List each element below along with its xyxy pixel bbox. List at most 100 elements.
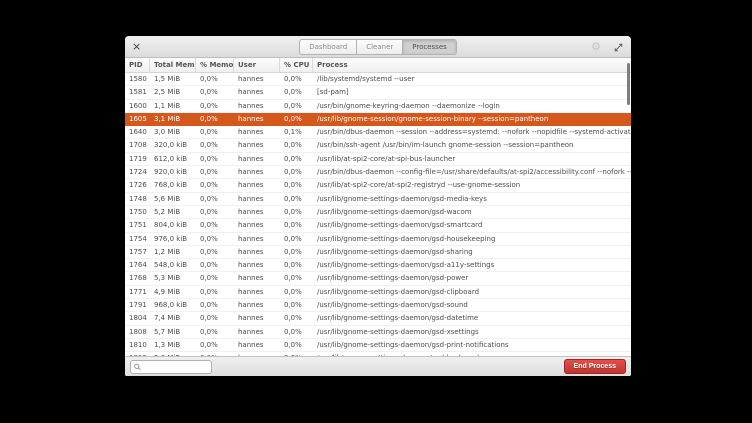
column-header-pct-memory[interactable]: % Memory (196, 58, 234, 72)
cell-user: hannes (234, 193, 280, 205)
cell-process: /usr/lib/gnome-settings-daemon/gsd-house… (313, 233, 631, 245)
titlebar-actions: ⚙ (591, 36, 623, 58)
table-row-selected[interactable]: 16053,1 MiB0,0%hannes0,0%/usr/lib/gnome-… (125, 113, 631, 126)
column-header-user[interactable]: User (234, 58, 280, 72)
table-row[interactable]: 17485,6 MiB0,0%hannes0,0%/usr/lib/gnome-… (125, 193, 631, 206)
cell-process: /usr/lib/gnome-settings-daemon/gsd-clipb… (313, 286, 631, 298)
table-row[interactable]: 18101,3 MiB0,0%hannes0,0%/usr/lib/gnome-… (125, 339, 631, 352)
table-row[interactable]: 16403,0 MiB0,0%hannes0,1%/usr/bin/dbus-d… (125, 126, 631, 139)
cell-total_memory: 2,5 MiB (150, 86, 196, 98)
cell-process: [sd-pam] (313, 86, 631, 98)
cell-pct_memory: 0,0% (196, 113, 234, 125)
gear-icon[interactable]: ⚙ (591, 36, 601, 58)
cell-pct_cpu: 0,0% (280, 73, 313, 85)
cell-pid: 1640 (125, 126, 150, 138)
cell-user: hannes (234, 100, 280, 112)
cell-process: /usr/lib/gnome-settings-daemon/gsd-a11y-… (313, 259, 631, 271)
table-row[interactable]: 18085,7 MiB0,0%hannes0,0%/usr/lib/gnome-… (125, 326, 631, 339)
table-row[interactable]: 1751804,0 kiB0,0%hannes0,0%/usr/lib/gnom… (125, 219, 631, 232)
search-field[interactable] (130, 360, 212, 374)
cell-user: hannes (234, 139, 280, 151)
cell-pct_cpu: 0,0% (280, 246, 313, 258)
cell-total_memory: 3,1 MiB (150, 113, 196, 125)
column-header-pct-cpu[interactable]: % CPU (280, 58, 313, 72)
cell-pct_cpu: 0,0% (280, 153, 313, 165)
cell-pct_memory: 0,0% (196, 272, 234, 284)
cell-pct_memory: 0,0% (196, 233, 234, 245)
cell-total_memory: 968,0 kiB (150, 299, 196, 311)
cell-user: hannes (234, 312, 280, 324)
cell-total_memory: 804,0 kiB (150, 219, 196, 231)
vertical-scrollbar[interactable] (627, 63, 630, 105)
cell-pct_memory: 0,0% (196, 179, 234, 191)
cell-process: /usr/lib/gnome-settings-daemon/gsd-smart… (313, 219, 631, 231)
cell-user: hannes (234, 126, 280, 138)
table-row[interactable]: 15812,5 MiB0,0%hannes0,0%[sd-pam] (125, 86, 631, 99)
table-row[interactable]: 15801,5 MiB0,0%hannes0,0%/lib/systemd/sy… (125, 73, 631, 86)
cell-pid: 1757 (125, 246, 150, 258)
tab-dashboard[interactable]: Dashboard (300, 40, 357, 54)
cell-pid: 1581 (125, 86, 150, 98)
cell-process: /usr/lib/gnome-settings-daemon/gsd-sound (313, 299, 631, 311)
titlebar[interactable]: × Dashboard Cleaner Processes ⚙ (125, 36, 631, 58)
cell-pct_cpu: 0,0% (280, 166, 313, 178)
cell-pct_cpu: 0,0% (280, 179, 313, 191)
cell-pid: 1605 (125, 113, 150, 125)
cell-total_memory: 1,2 MiB (150, 246, 196, 258)
cell-user: hannes (234, 326, 280, 338)
view-switcher: Dashboard Cleaner Processes (299, 39, 457, 55)
search-input[interactable] (143, 363, 208, 371)
cell-pct_cpu: 0,0% (280, 193, 313, 205)
column-header-pid[interactable]: PID (125, 58, 150, 72)
cell-process: /usr/lib/gnome-settings-daemon/gsd-shari… (313, 246, 631, 258)
end-process-button[interactable]: End Process (564, 359, 626, 374)
table-row[interactable]: 1719612,0 kiB0,0%hannes0,0%/usr/lib/at-s… (125, 153, 631, 166)
cell-total_memory: 976,0 kiB (150, 233, 196, 245)
cell-pct_cpu: 0,0% (280, 86, 313, 98)
cell-user: hannes (234, 166, 280, 178)
tab-cleaner[interactable]: Cleaner (357, 40, 403, 54)
cell-pct_memory: 0,0% (196, 193, 234, 205)
cell-user: hannes (234, 259, 280, 271)
table-row[interactable]: 1754976,0 kiB0,0%hannes0,0%/usr/lib/gnom… (125, 233, 631, 246)
tab-processes[interactable]: Processes (403, 40, 456, 54)
cell-pid: 1810 (125, 339, 150, 351)
cell-pct_cpu: 0,0% (280, 326, 313, 338)
cell-user: hannes (234, 339, 280, 351)
cell-pct_cpu: 0,0% (280, 219, 313, 231)
cell-process: /usr/lib/at-spi2-core/at-spi-bus-launche… (313, 153, 631, 165)
table-row[interactable]: 18047,4 MiB0,0%hannes0,0%/usr/lib/gnome-… (125, 312, 631, 325)
table-row[interactable]: 1764548,0 kiB0,0%hannes0,0%/usr/lib/gnom… (125, 259, 631, 272)
table-row[interactable]: 17714,9 MiB0,0%hannes0,0%/usr/lib/gnome-… (125, 286, 631, 299)
cell-pct_cpu: 0,0% (280, 139, 313, 151)
cell-pct_memory: 0,0% (196, 312, 234, 324)
cell-user: hannes (234, 153, 280, 165)
cell-total_memory: 612,0 kiB (150, 153, 196, 165)
table-row[interactable]: 1726768,0 kiB0,0%hannes0,0%/usr/lib/at-s… (125, 179, 631, 192)
cell-user: hannes (234, 246, 280, 258)
table-row[interactable]: 17685,3 MiB0,0%hannes0,0%/usr/lib/gnome-… (125, 272, 631, 285)
cell-pid: 1750 (125, 206, 150, 218)
cell-pct_memory: 0,0% (196, 166, 234, 178)
table-row[interactable]: 1724920,0 kiB0,0%hannes0,0%/usr/bin/dbus… (125, 166, 631, 179)
cell-total_memory: 768,0 kiB (150, 179, 196, 191)
cell-total_memory: 3,0 MiB (150, 126, 196, 138)
cell-pct_memory: 0,0% (196, 126, 234, 138)
table-row[interactable]: 17505,2 MiB0,0%hannes0,0%/usr/lib/gnome-… (125, 206, 631, 219)
table-row[interactable]: 16001,1 MiB0,0%hannes0,0%/usr/bin/gnome-… (125, 100, 631, 113)
cell-process: /usr/bin/dbus-daemon --session --address… (313, 126, 631, 138)
cell-process: /usr/lib/gnome-settings-daemon/gsd-power (313, 272, 631, 284)
column-header-process[interactable]: Process (313, 58, 631, 72)
close-icon[interactable]: × (132, 36, 141, 58)
cell-total_memory: 1,3 MiB (150, 339, 196, 351)
cell-pid: 1771 (125, 286, 150, 298)
table-row[interactable]: 1791968,0 kiB0,0%hannes0,0%/usr/lib/gnom… (125, 299, 631, 312)
cell-user: hannes (234, 113, 280, 125)
column-header-total-memory[interactable]: Total Memory (150, 58, 196, 72)
cell-user: hannes (234, 286, 280, 298)
table-row[interactable]: 1708320,0 kiB0,0%hannes0,0%/usr/bin/ssh-… (125, 139, 631, 152)
cell-pct_memory: 0,0% (196, 286, 234, 298)
table-row[interactable]: 17571,2 MiB0,0%hannes0,0%/usr/lib/gnome-… (125, 246, 631, 259)
cell-pct_cpu: 0,0% (280, 113, 313, 125)
expand-diagonal-icon[interactable] (614, 43, 623, 52)
